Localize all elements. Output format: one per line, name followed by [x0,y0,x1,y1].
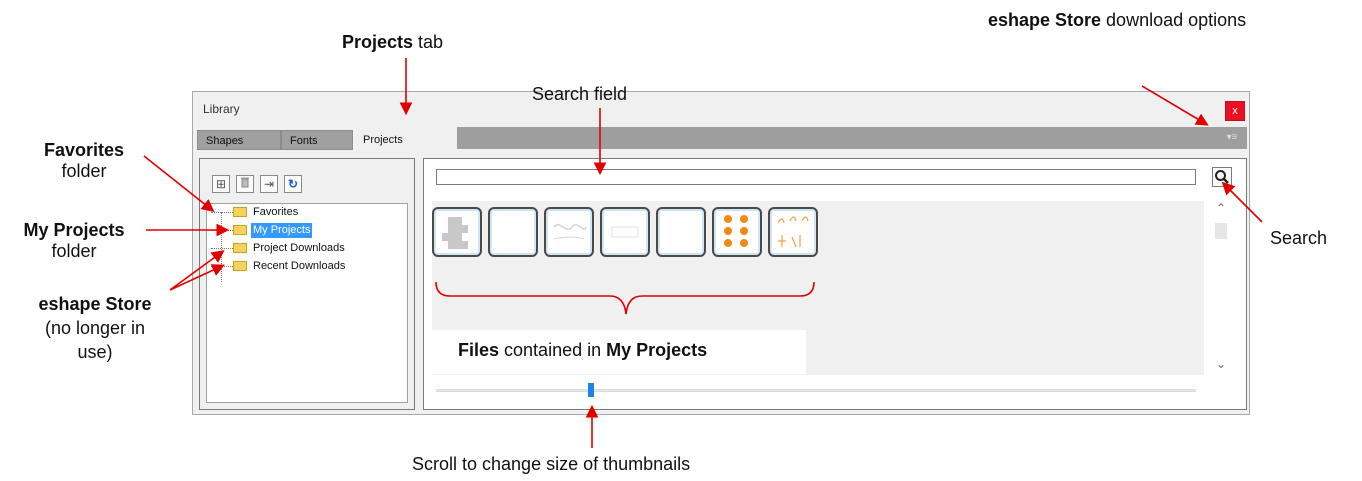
tree-item-label: My Projects [251,223,313,238]
annotation-scroll: Scroll to change size of thumbnails [412,454,691,474]
annotation-files: Files contained in My Projects [458,340,708,360]
dropdown-menu-icon[interactable]: ▾≡ [1221,130,1243,146]
tab-shapes[interactable]: Shapes [197,130,281,150]
annotation-search: Search [1270,228,1328,248]
eshape-store-bar [457,127,1247,149]
search-input[interactable] [436,169,1196,185]
import-button[interactable]: ⇥ [260,175,278,193]
tab-projects[interactable]: Projects [355,130,423,150]
import-icon: ⇥ [263,177,275,191]
new-folder-icon: ⊞ [215,177,227,191]
new-folder-button[interactable]: ⊞ [212,175,230,193]
slider-handle[interactable] [588,383,594,397]
folder-icon [233,243,247,253]
tree-item-label: Favorites [253,206,299,218]
refresh-icon: ↻ [287,177,299,191]
scroll-thumb[interactable] [1215,223,1227,239]
project-thumbnail[interactable] [432,207,482,257]
folder-pane: ⊞ ⇥ ↻ Favorites My Projects Project Down… [199,158,415,410]
trash-icon [239,177,251,191]
refresh-button[interactable]: ↻ [284,175,302,193]
project-thumbnail[interactable] [712,207,762,257]
annotation-search-field: Search field [532,84,628,104]
project-thumbnail[interactable] [768,207,818,257]
folder-icon [233,261,247,271]
thumbnail-size-slider[interactable] [436,389,1196,392]
annotation-my-projects: My Projects folder [23,220,125,261]
close-button[interactable]: x [1225,101,1245,121]
annotation-projects-tab: Projects tab [342,32,444,52]
tree-item-label: Recent Downloads [253,260,346,272]
chevron-down-icon[interactable]: ⌄ [1210,357,1232,371]
project-thumbnail[interactable] [488,207,538,257]
annotation-store-options: eshape Store download options [988,10,1247,30]
window-title: Library [203,102,240,116]
tab-fonts[interactable]: Fonts [281,130,353,150]
folder-tree: Favorites My Projects Project Downloads … [206,203,408,403]
folder-icon [233,207,247,217]
vertical-scrollbar[interactable]: ⌃ ⌄ [1210,201,1232,375]
search-icon [1215,170,1229,184]
delete-button[interactable] [236,175,254,193]
tree-item-label: Project Downloads [253,242,345,254]
search-button[interactable] [1212,167,1232,187]
annotation-favorites: Favorites folder [43,140,125,181]
project-thumbnail[interactable] [544,207,594,257]
chevron-up-icon[interactable]: ⌃ [1210,201,1232,215]
folder-icon [233,225,247,235]
tree-connector [221,212,222,282]
project-thumbnail[interactable] [656,207,706,257]
annotation-eshape-store: eshape Store (no longer in use) [38,294,152,362]
project-thumbnail[interactable] [600,207,650,257]
